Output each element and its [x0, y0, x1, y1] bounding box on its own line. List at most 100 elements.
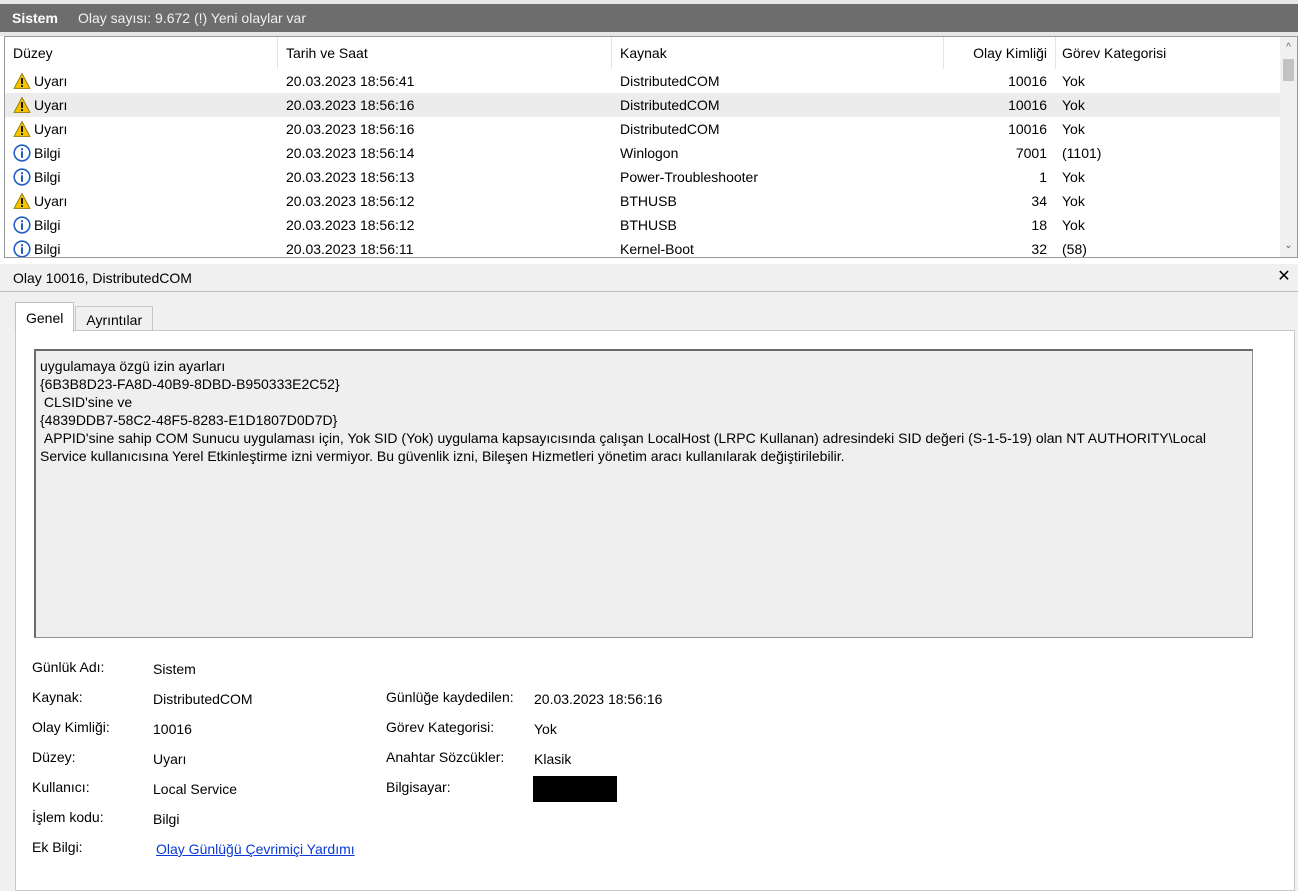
row-date: 20.03.2023 18:56:41 — [286, 73, 415, 89]
info-icon — [13, 216, 31, 234]
row-date: 20.03.2023 18:56:16 — [286, 121, 415, 137]
row-task-category: Yok — [1062, 73, 1085, 89]
table-row[interactable]: Uyarı 20.03.2023 18:56:16 DistributedCOM 10… — [5, 117, 1281, 141]
row-source: DistributedCOM — [620, 97, 720, 113]
row-source: DistributedCOM — [620, 73, 720, 89]
detail-tabs: Genel Ayrıntılar — [15, 302, 154, 332]
log-name-value: Sistem — [153, 661, 196, 677]
column-header-date[interactable]: Tarih ve Saat — [286, 37, 606, 69]
event-message[interactable]: uygulamaya özgü izin ayarları {6B3B8D23-… — [34, 349, 1253, 638]
row-date: 20.03.2023 18:56:16 — [286, 97, 415, 113]
message-line: uygulamaya özgü izin ayarları — [40, 358, 226, 374]
column-header-task-category[interactable]: Görev Kategorisi — [1062, 37, 1262, 69]
column-divider[interactable] — [611, 37, 612, 69]
row-event-id: 18 — [1031, 217, 1047, 233]
table-row[interactable]: Uyarı 20.03.2023 18:56:12 BTHUSB 34 Yok — [5, 189, 1281, 213]
column-divider[interactable] — [1055, 37, 1056, 69]
level-value: Uyarı — [153, 751, 187, 767]
online-help-link[interactable]: Olay Günlüğü Çevrimiçi Yardımı — [156, 841, 355, 857]
row-date: 20.03.2023 18:56:12 — [286, 193, 415, 209]
opcode-value: Bilgi — [153, 811, 180, 827]
warning-icon — [13, 96, 31, 114]
column-divider[interactable] — [277, 37, 278, 69]
keywords-value: Klasik — [534, 751, 572, 767]
level-label: Düzey: — [32, 749, 76, 765]
row-task-category: Yok — [1062, 121, 1085, 137]
row-level: Uyarı — [13, 117, 273, 141]
row-task-category: Yok — [1062, 97, 1085, 113]
row-level: Bilgi — [13, 237, 273, 257]
row-task-category: (1101) — [1062, 145, 1102, 161]
row-event-id: 34 — [1031, 193, 1047, 209]
computer-value-redacted — [533, 776, 617, 802]
warning-icon — [13, 72, 31, 90]
row-date: 20.03.2023 18:56:11 — [286, 241, 414, 257]
row-level-text: Uyarı — [34, 121, 68, 137]
logged-label: Günlüğe kaydedilen: — [386, 689, 514, 705]
column-header-source[interactable]: Kaynak — [620, 37, 940, 69]
row-source: BTHUSB — [620, 193, 677, 209]
list-scrollbar[interactable]: ^ ⌄ — [1280, 37, 1297, 257]
scroll-up-icon[interactable]: ^ — [1280, 39, 1297, 56]
row-task-category: Yok — [1062, 193, 1085, 209]
list-header: Düzey Tarih ve Saat Kaynak Olay Kimliği … — [5, 37, 1281, 69]
close-icon[interactable]: ✕ — [1276, 268, 1292, 286]
keywords-label: Anahtar Sözcükler: — [386, 749, 505, 765]
row-date: 20.03.2023 18:56:13 — [286, 169, 415, 185]
row-event-id: 10016 — [1008, 73, 1047, 89]
warning-icon — [13, 192, 31, 210]
event-list[interactable]: Düzey Tarih ve Saat Kaynak Olay Kimliği … — [4, 36, 1298, 258]
message-line: {6B3B8D23-FA8D-40B9-8DBD-B950333E2C52} — [40, 376, 340, 392]
row-level-text: Bilgi — [34, 241, 61, 257]
row-task-category: Yok — [1062, 169, 1085, 185]
task-category-value: Yok — [534, 721, 557, 737]
task-category-label: Görev Kategorisi: — [386, 719, 495, 735]
tab-general[interactable]: Genel — [15, 302, 75, 332]
log-name-label: Günlük Adı: — [32, 659, 105, 675]
source-value: DistributedCOM — [153, 691, 253, 707]
column-divider[interactable] — [943, 37, 944, 69]
row-level: Bilgi — [13, 213, 273, 237]
row-level-text: Bilgi — [34, 145, 61, 161]
row-level: Uyarı — [13, 69, 273, 93]
scroll-thumb[interactable] — [1283, 59, 1294, 81]
row-task-category: (58) — [1062, 241, 1087, 257]
row-level-text: Uyarı — [34, 193, 68, 209]
info-icon — [13, 168, 31, 186]
row-source: Winlogon — [620, 145, 679, 161]
row-level: Bilgi — [13, 165, 273, 189]
column-header-level[interactable]: Düzey — [13, 37, 273, 69]
table-row[interactable]: Bilgi 20.03.2023 18:56:14 Winlogon 7001 (110… — [5, 141, 1281, 165]
more-info-label: Ek Bilgi: — [32, 839, 83, 855]
row-event-id: 10016 — [1008, 97, 1047, 113]
table-row[interactable]: Bilgi 20.03.2023 18:56:11 Kernel-Boot 32 (58… — [5, 237, 1281, 257]
row-date: 20.03.2023 18:56:12 — [286, 217, 415, 233]
source-label: Kaynak: — [32, 689, 83, 705]
computer-label: Bilgisayar: — [386, 779, 451, 795]
event-id-label: Olay Kimliği: — [32, 719, 110, 735]
event-detail-title: Olay 10016, DistributedCOM — [13, 269, 192, 286]
row-source: Kernel-Boot — [620, 241, 694, 257]
table-row[interactable]: Uyarı 20.03.2023 18:56:41 DistributedCOM 10… — [5, 69, 1281, 93]
table-row[interactable]: Bilgi 20.03.2023 18:56:12 BTHUSB 18 Yok — [5, 213, 1281, 237]
row-level: Uyarı — [13, 93, 273, 117]
message-line: {4839DDB7-58C2-48F5-8283-E1D1807D0D7D} — [40, 412, 338, 428]
row-event-id: 1 — [1039, 169, 1047, 185]
row-source: BTHUSB — [620, 217, 677, 233]
user-label: Kullanıcı: — [32, 779, 90, 795]
info-icon — [13, 144, 31, 162]
opcode-label: İşlem kodu: — [32, 809, 104, 825]
event-detail-bar: Olay 10016, DistributedCOM ✕ — [0, 264, 1298, 292]
tab-details[interactable]: Ayrıntılar — [75, 306, 154, 332]
scroll-down-icon[interactable]: ⌄ — [1280, 237, 1297, 254]
log-name: Sistem — [12, 10, 58, 26]
table-row[interactable]: Uyarı 20.03.2023 18:56:16 DistributedCOM 10… — [5, 93, 1281, 117]
row-event-id: 10016 — [1008, 121, 1047, 137]
row-level-text: Uyarı — [34, 73, 68, 89]
row-date: 20.03.2023 18:56:14 — [286, 145, 415, 161]
row-level-text: Bilgi — [34, 169, 61, 185]
row-level: Uyarı — [13, 189, 273, 213]
message-line: CLSID'sine ve — [40, 394, 133, 410]
table-row[interactable]: Bilgi 20.03.2023 18:56:13 Power-Troublesho… — [5, 165, 1281, 189]
column-header-event-id[interactable]: Olay Kimliği — [945, 37, 1047, 69]
